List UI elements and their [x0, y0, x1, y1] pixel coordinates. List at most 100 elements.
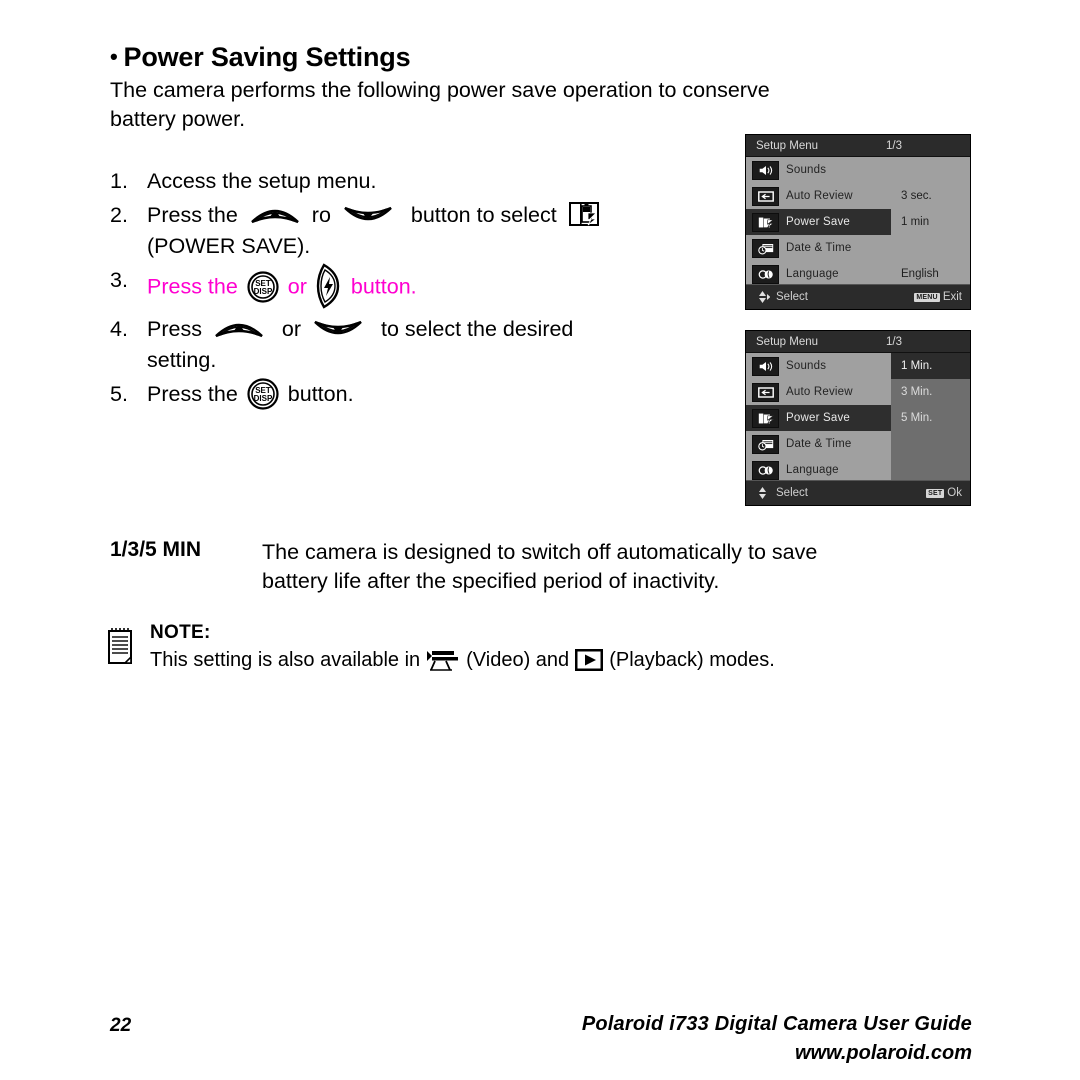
lcd2-label-date-time: Date & Time: [786, 438, 852, 450]
step-2-post: button to select: [410, 203, 557, 227]
auto-review-icon: [752, 186, 779, 206]
lcd2-option-5min-text: 5 Min.: [901, 412, 933, 424]
lcd1-footer-exit: MENU Exit: [914, 291, 962, 303]
step-3-mid: or: [287, 274, 307, 299]
lcd2-footer-bar: Select SET Ok: [746, 480, 970, 505]
up-down-arrows-icon: [754, 484, 770, 505]
lcd2-row-date-time[interactable]: Date & Time: [746, 431, 891, 457]
lcd2-footer-ok: SET Ok: [926, 487, 962, 499]
step-2-tail: (POWER SAVE).: [147, 234, 311, 258]
rocker-down-icon[interactable]: [342, 202, 394, 228]
lcd1-value-power-save: 1 min: [891, 209, 970, 235]
lcd1-page-indicator: 1/3: [886, 139, 902, 152]
lcd1-body: Sounds Auto Review Power Save Date & Tim…: [746, 157, 970, 285]
min-description-line-1: The camera is designed to switch off aut…: [262, 540, 818, 564]
lcd1-row-auto-review[interactable]: Auto Review: [746, 183, 891, 209]
lcd1-row-power-save[interactable]: Power Save: [746, 209, 891, 235]
lcd2-title-bar: Setup Menu 1/3: [746, 331, 970, 353]
lcd2-label-auto-review: Auto Review: [786, 386, 853, 398]
lcd1-menu-column: Sounds Auto Review Power Save Date & Tim…: [746, 157, 891, 285]
lcd2-option-3min[interactable]: 3 Min.: [891, 379, 970, 405]
lcd2-title: Setup Menu: [756, 335, 819, 348]
intro-paragraph: The camera performs the following power …: [110, 76, 972, 134]
min-label: 1/3/5 MIN: [110, 538, 202, 561]
playback-mode-icon: [575, 648, 604, 672]
step-5-number: 5.: [110, 382, 128, 406]
lcd2-footer-ok-text: Ok: [947, 487, 962, 499]
lcd2-option-1min-text: 1 Min.: [901, 360, 933, 372]
notepad-icon: [105, 626, 137, 666]
lcd2-row-power-save[interactable]: Power Save: [746, 405, 891, 431]
rocker-up-icon[interactable]: [249, 202, 301, 228]
lcd2-option-1min[interactable]: 1 Min.: [891, 353, 970, 379]
step-1-text: Access the setup menu.: [147, 169, 377, 193]
step-1-number: 1.: [110, 169, 128, 193]
page-title: • Power Saving Settings: [110, 42, 411, 73]
lcd2-footer-select: Select: [776, 487, 808, 499]
power-save-icon: [752, 408, 779, 428]
step-5: 5. Press the SET DISP button.: [110, 378, 730, 411]
lcd1-label-auto-review: Auto Review: [786, 190, 853, 202]
lcd2-label-sounds: Sounds: [786, 360, 827, 372]
lcd1-label-sounds: Sounds: [786, 164, 827, 176]
lcd1-value-column: 3 sec. 1 min English: [891, 157, 970, 285]
lcd2-row-sounds[interactable]: Sounds: [746, 353, 891, 379]
language-icon: [752, 460, 779, 480]
svg-text:DISP: DISP: [253, 287, 272, 296]
date-time-icon: [752, 434, 779, 454]
up-down-arrows-icon: [754, 288, 771, 309]
step-5-pre: Press the: [147, 382, 238, 406]
lcd1-label-power-save: Power Save: [786, 216, 851, 228]
footer-guide-title: Polaroid i733 Digital Camera User Guide: [581, 1013, 972, 1035]
step-1: 1. Access the setup menu.: [110, 166, 730, 197]
min-description: The camera is designed to switch off aut…: [262, 538, 980, 596]
lcd2-label-power-save: Power Save: [786, 412, 851, 424]
note-header: NOTE:: [150, 622, 211, 643]
lcd1-title: Setup Menu: [756, 139, 819, 152]
step-4-tail: setting.: [147, 348, 217, 372]
flash-button-icon[interactable]: [316, 263, 342, 309]
lcd-setup-menu-screen-1: Setup Menu 1/3 Sounds Auto Review Power …: [745, 134, 971, 310]
speaker-icon: [752, 160, 779, 180]
step-4: 4. Press or to select the desired settin…: [110, 314, 730, 376]
lcd1-row-sounds[interactable]: Sounds: [746, 157, 891, 183]
lcd2-option-5min[interactable]: 5 Min.: [891, 405, 970, 431]
lcd1-value-date-time: [891, 235, 970, 261]
lcd2-options-column: 1 Min. 3 Min. 5 Min.: [891, 353, 970, 481]
note-pre: This setting is also available in: [150, 649, 421, 671]
step-3-number: 3.: [110, 268, 128, 292]
min-description-block: 1/3/5 MIN The camera is designed to swit…: [110, 538, 980, 596]
rocker-up-icon[interactable]: [213, 316, 265, 342]
rocker-down-icon[interactable]: [312, 316, 364, 342]
bullet-icon: •: [110, 44, 118, 69]
lcd2-option-3min-text: 3 Min.: [901, 386, 933, 398]
power-save-icon: [752, 212, 779, 232]
lcd1-footer-bar: Select MENU Exit: [746, 284, 970, 309]
lcd1-label-language: Language: [786, 268, 839, 280]
menu-key-icon: MENU: [914, 292, 940, 302]
lcd1-footer-select: Select: [776, 291, 808, 303]
lcd1-title-bar: Setup Menu 1/3: [746, 135, 970, 157]
step-3: 3. Press the SET DISP or button.: [110, 263, 730, 311]
note-mid: (Video) and: [466, 649, 570, 671]
lcd2-row-auto-review[interactable]: Auto Review: [746, 379, 891, 405]
lcd1-row-date-time[interactable]: Date & Time: [746, 235, 891, 261]
auto-review-icon: [752, 382, 779, 402]
footer-website: www.polaroid.com: [794, 1042, 972, 1064]
instruction-steps: 1. Access the setup menu. 2. Press the r…: [110, 166, 730, 414]
step-2-mid: ro: [311, 203, 331, 227]
set-disp-button-icon[interactable]: SET DISP: [247, 271, 279, 303]
step-4-number: 4.: [110, 317, 128, 341]
set-disp-button-icon[interactable]: SET DISP: [247, 378, 279, 410]
manual-page: • Power Saving Settings The camera perfor…: [0, 0, 1080, 1080]
set-key-icon: SET: [926, 488, 945, 498]
date-time-icon: [752, 238, 779, 258]
note-body: This setting is also available in (Video…: [150, 646, 985, 674]
lcd1-value-power-save-text: 1 min: [901, 216, 930, 228]
video-mode-icon: [426, 649, 460, 671]
intro-line-2: battery power.: [110, 107, 246, 131]
step-4-mid: or: [281, 317, 302, 341]
step-3-pre: Press the: [147, 274, 238, 299]
svg-text:DISP: DISP: [253, 394, 272, 403]
step-4-pre: Press: [147, 317, 202, 341]
